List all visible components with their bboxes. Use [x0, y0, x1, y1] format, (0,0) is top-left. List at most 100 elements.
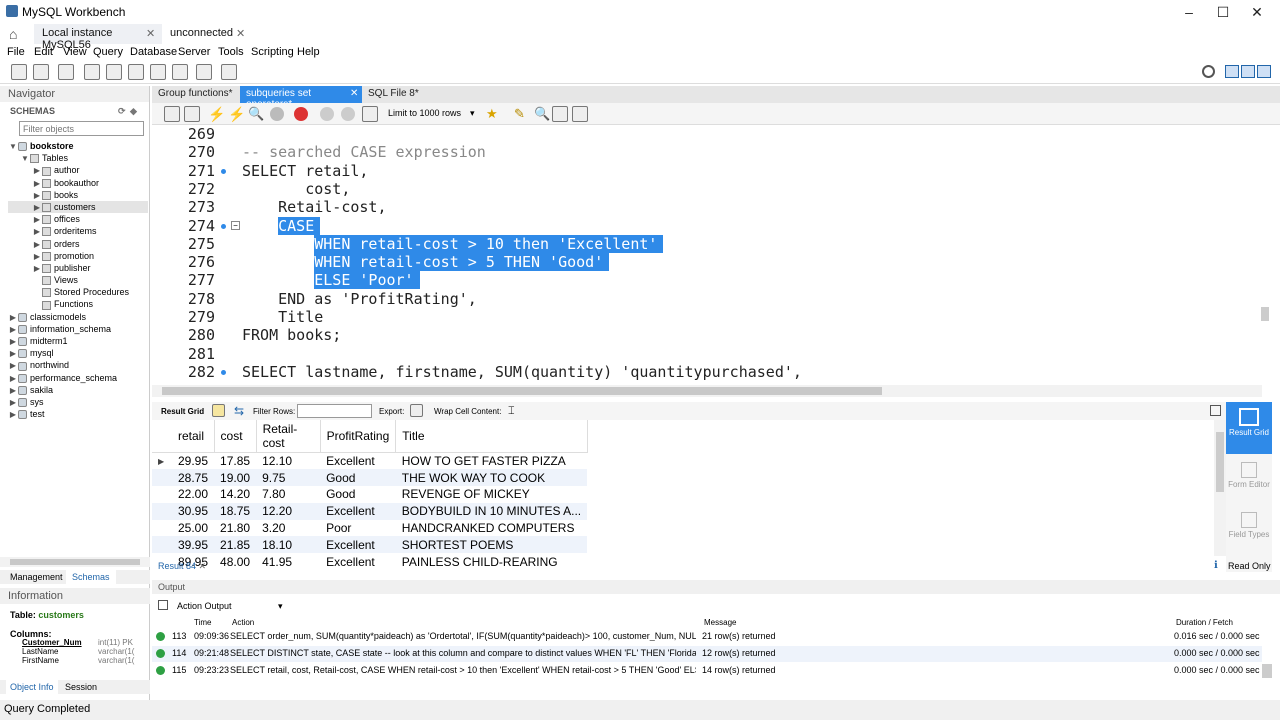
copy-icon[interactable] [158, 600, 168, 610]
tree-item-tables[interactable]: ▼ Tables [8, 152, 148, 164]
table-row[interactable]: 28.75 19.00 9.75 Good THE WOK WAY TO COOK [152, 469, 588, 487]
tree-item-table[interactable]: ▶ orderitems [8, 225, 148, 237]
table-cell[interactable]: 9.75 [256, 469, 321, 487]
tree-item-table[interactable]: ▶ promotion [8, 250, 148, 262]
table-cell[interactable]: Excellent [320, 502, 396, 520]
close-icon[interactable]: ✕ [350, 88, 358, 99]
settings-icon[interactable] [1202, 65, 1215, 78]
code-line[interactable]: Title [242, 308, 323, 326]
menu-file[interactable]: File [7, 46, 25, 58]
table-cell[interactable]: 19.00 [214, 469, 257, 487]
tree-item-views[interactable]: Views [8, 274, 148, 286]
code-line[interactable]: Retail-cost, [242, 198, 386, 216]
menu-help[interactable]: Help [297, 46, 320, 58]
table-cell[interactable]: REVENGE OF MICKEY [396, 486, 587, 503]
tab-session[interactable]: Session [65, 682, 97, 692]
output-row[interactable]: 114 09:21:48 SELECT DISTINCT state, CASE s… [152, 646, 1262, 662]
column-header[interactable]: ProfitRating [320, 420, 397, 453]
toggle-errors-icon[interactable] [294, 107, 308, 121]
explain-icon[interactable]: 🔍 [248, 106, 264, 122]
table-cell[interactable]: 25.00 [172, 520, 214, 537]
search-table-icon[interactable] [196, 64, 212, 80]
tree-item-schema[interactable]: ▶ classicmodels [8, 311, 148, 323]
execute-icon[interactable]: ⚡ [208, 106, 225, 123]
reconnect-icon[interactable] [221, 64, 237, 80]
table-cell[interactable]: BODYBUILD IN 10 MINUTES A... [395, 502, 588, 520]
table-cell[interactable]: 30.95 [172, 502, 215, 520]
code-line[interactable]: ELSE 'Poor' [242, 271, 420, 290]
create-table-icon[interactable] [106, 64, 122, 80]
refresh-icon[interactable]: ⟳ [118, 106, 126, 117]
tree-item-table[interactable]: ▶ books [8, 189, 148, 201]
close-button[interactable]: ✕ [1240, 0, 1274, 24]
tab-management[interactable]: Management [10, 572, 63, 582]
column-header[interactable]: Retail-cost [256, 420, 321, 453]
grid-icon[interactable] [212, 404, 225, 417]
commit-icon[interactable] [320, 107, 334, 121]
tree-item-schema[interactable]: ▶ mysql [8, 347, 148, 359]
table-row[interactable]: 22.00 14.20 7.80 Good REVENGE OF MICKEY [152, 486, 587, 503]
new-sql-tab-icon[interactable] [11, 64, 27, 80]
filter-objects-input[interactable] [19, 121, 144, 136]
table-cell[interactable]: 14.20 [214, 486, 256, 503]
table-row[interactable]: 30.95 18.75 12.20 Excellent BODYBUILD IN 10 … [152, 502, 588, 520]
code-line[interactable]: WHEN retail-cost > 10 then 'Excellent' [242, 234, 664, 253]
action-output-select[interactable]: Action Output ▾ [174, 599, 286, 613]
invisible-chars-icon[interactable] [552, 106, 568, 122]
tab-sql-file-8[interactable]: SQL File 8* [362, 86, 432, 103]
find-icon[interactable]: 🔍 [534, 106, 550, 122]
tree-item-table[interactable]: ▶ offices [8, 213, 148, 225]
table-row[interactable]: 39.95 21.85 18.10 Excellent SHORTEST POEMS [152, 536, 588, 554]
beautify-icon[interactable]: ✎ [514, 106, 525, 122]
table-cell[interactable]: 18.10 [256, 536, 321, 554]
table-cell[interactable]: 21.80 [214, 520, 256, 537]
tab-object-info[interactable]: Object Info [6, 680, 58, 694]
filter-rows-input[interactable] [297, 404, 372, 418]
table-cell[interactable]: 18.75 [214, 502, 257, 520]
table-cell[interactable]: Excellent [320, 453, 396, 470]
table-row[interactable]: 25.00 21.80 3.20 Poor HANDCRANKED COMPUTERS [152, 520, 587, 537]
rollback-icon[interactable] [341, 107, 355, 121]
sql-editor[interactable]: 269 270 -- searched CASE expression 271 SELE… [152, 125, 1257, 385]
menu-tools[interactable]: Tools [218, 46, 244, 58]
tab-group-functions[interactable]: Group functions* [152, 86, 240, 103]
tree-item-table[interactable]: ▶ author [8, 164, 148, 176]
table-cell[interactable]: 28.75 [172, 469, 215, 487]
output-row[interactable]: 115 09:23:23 SELECT retail, cost, Retail-c… [152, 663, 1262, 679]
table-cell[interactable]: 39.95 [172, 536, 215, 554]
table-cell[interactable]: Poor [320, 520, 396, 537]
create-schema-icon[interactable] [84, 64, 100, 80]
code-line[interactable]: SELECT lastname, firstname, SUM(quantity… [242, 363, 802, 381]
tree-item-schema[interactable]: ▶ sakila [8, 384, 148, 396]
grid-scrollbar[interactable] [1214, 420, 1226, 556]
code-line[interactable]: CASE [242, 216, 321, 235]
table-cell[interactable]: HANDCRANKED COMPUTERS [396, 520, 587, 537]
close-icon[interactable]: ✕ [146, 27, 155, 40]
tab-unconnected[interactable]: unconnected ✕ [162, 24, 252, 44]
open-file-icon[interactable] [164, 106, 180, 122]
code-line[interactable]: FROM books; [242, 326, 341, 344]
table-cell[interactable]: 17.85 [214, 453, 256, 470]
output-scrollbar[interactable] [1262, 664, 1272, 678]
stop-icon[interactable] [270, 107, 284, 121]
table-cell[interactable]: Excellent [320, 536, 396, 554]
table-cell[interactable]: 12.20 [256, 502, 321, 520]
code-line[interactable]: cost, [242, 180, 350, 198]
code-line[interactable]: SELECT retail, [242, 162, 368, 180]
result-grid-view-button[interactable]: Result Grid [1226, 402, 1272, 454]
tree-item-procedures[interactable]: Stored Procedures [8, 286, 148, 298]
tree-item-schema[interactable]: ▶ northwind [8, 359, 148, 371]
open-sql-icon[interactable] [33, 64, 49, 80]
limit-rows-select[interactable]: Limit to 1000 rows ▾ [386, 105, 478, 122]
table-cell[interactable]: HOW TO GET FASTER PIZZA [396, 453, 587, 470]
tree-item-schema[interactable]: ▶ test [8, 408, 148, 420]
code-line[interactable]: WHEN retail-cost > 5 THEN 'Good' [242, 253, 610, 272]
table-cell[interactable]: Good [320, 486, 396, 503]
export-icon[interactable] [410, 404, 423, 417]
table-cell[interactable]: Good [320, 469, 396, 487]
toggle-sidebar-icon[interactable] [1225, 65, 1239, 78]
tab-result-84[interactable]: Result 84 ✕ [158, 561, 206, 572]
table-cell[interactable]: SHORTEST POEMS [395, 536, 588, 554]
toggle-panel-icon[interactable] [1210, 405, 1221, 416]
menu-server[interactable]: Server [178, 46, 210, 58]
